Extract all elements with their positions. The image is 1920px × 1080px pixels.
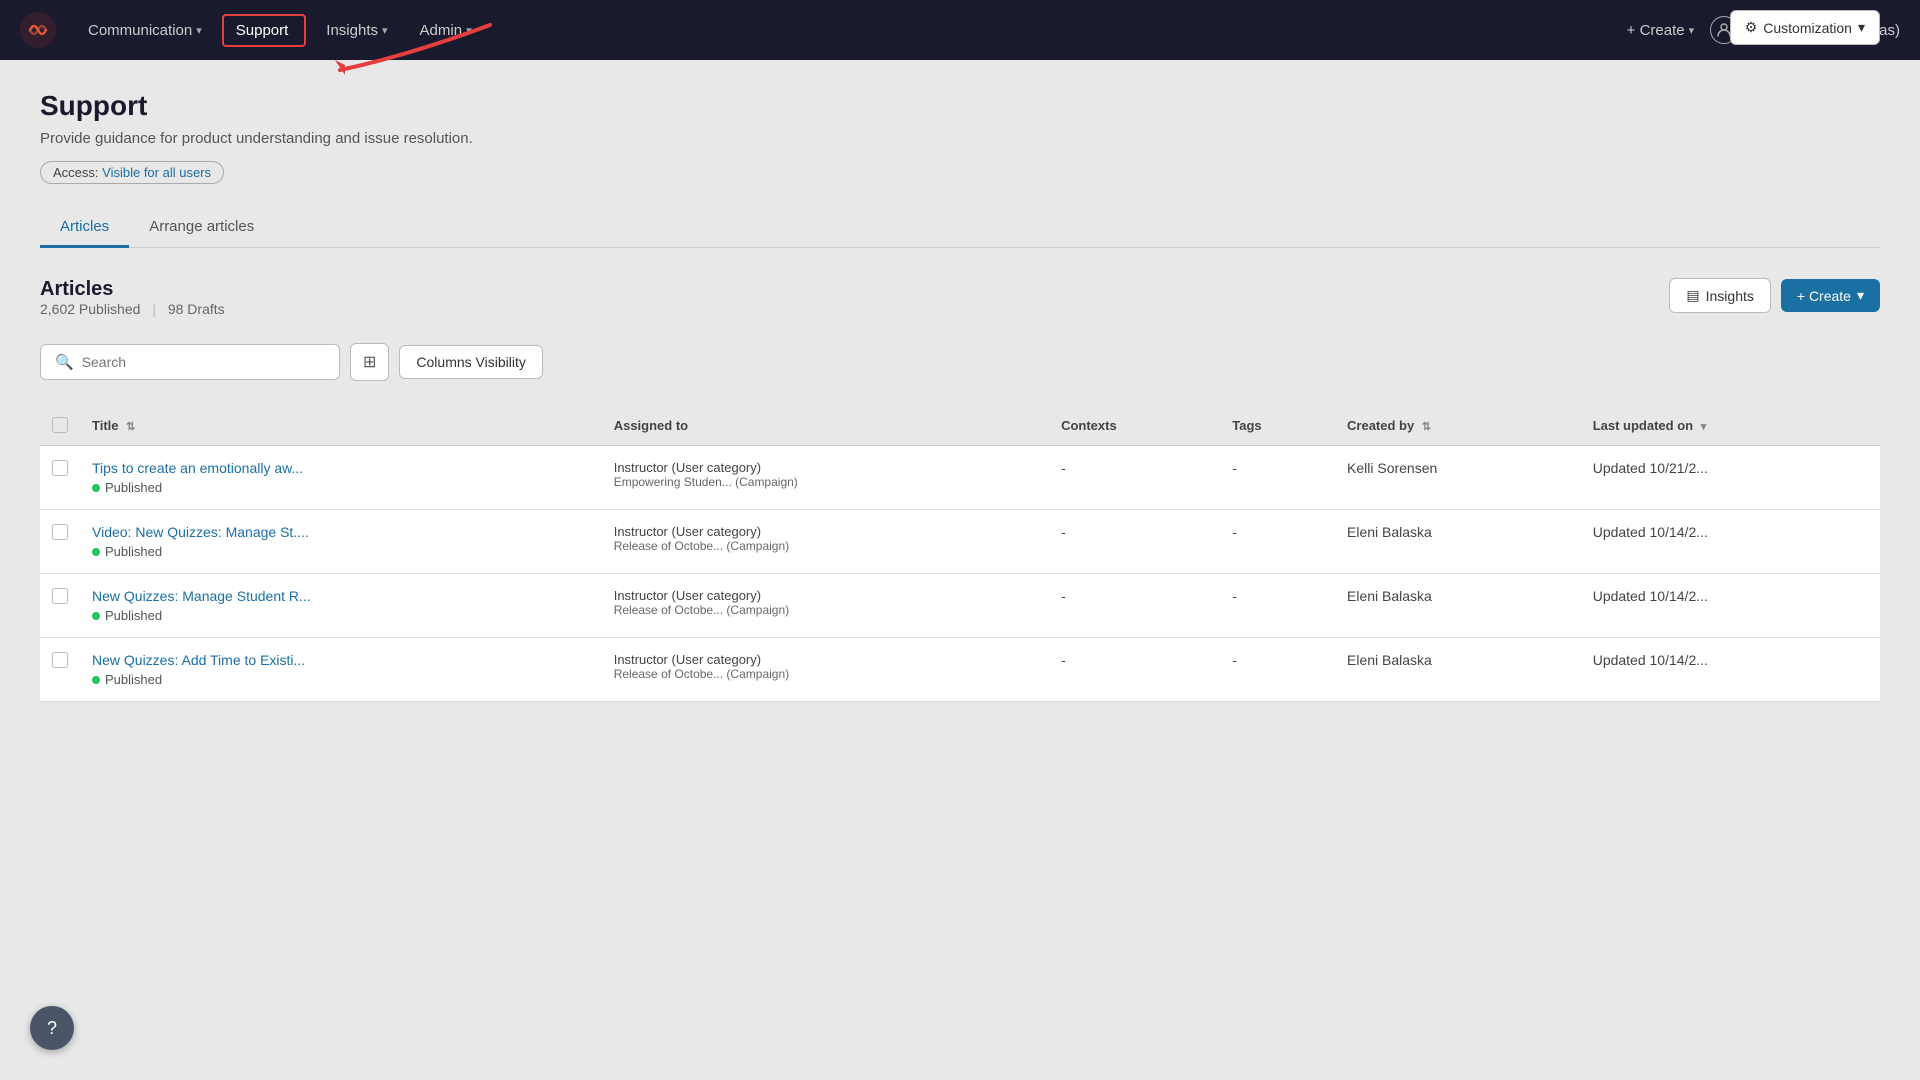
tab-arrange-articles[interactable]: Arrange articles [129,208,274,248]
row-checkbox-1[interactable] [52,524,68,540]
last-updated-1: Updated 10/14/2... [1581,510,1880,574]
gear-icon: ⚙ [1745,19,1758,36]
communication-chevron-icon: ▾ [196,24,202,37]
last-updated-sort-icon: ▾ [1701,421,1707,433]
help-button[interactable]: ? [30,1006,74,1050]
col-title[interactable]: Title ⇅ [80,405,602,446]
logo[interactable] [20,12,56,48]
last-updated-0: Updated 10/21/2... [1581,446,1880,510]
articles-section: Articles 2,602 Published | 98 Drafts ▤ I… [40,278,1880,702]
columns-visibility-button[interactable]: Columns Visibility [399,345,542,379]
assigned-secondary-0: Empowering Studen... (Campaign) [614,475,1037,489]
col-tags: Tags [1220,405,1335,446]
search-box[interactable]: 🔍 [40,344,340,380]
customization-chevron-icon: ▾ [1858,19,1865,36]
published-dot-1 [92,548,100,556]
customization-button[interactable]: ⚙ Customization ▾ [1730,10,1880,45]
table-row: New Quizzes: Manage Student R... Publish… [40,574,1880,638]
assigned-secondary-1: Release of Octobe... (Campaign) [614,539,1037,553]
created-by-0: Kelli Sorensen [1335,446,1581,510]
published-dot-0 [92,484,100,492]
page-description: Provide guidance for product understandi… [40,130,1880,147]
articles-table: Title ⇅ Assigned to Contexts Tags Create… [40,405,1880,702]
created-by-1: Eleni Balaska [1335,510,1581,574]
col-assigned: Assigned to [602,405,1049,446]
tags-2: - [1220,574,1335,638]
filters-bar: 🔍 ⊞ Columns Visibility [40,343,1880,381]
select-all-checkbox[interactable] [52,417,68,433]
insights-chevron-icon: ▾ [382,24,388,37]
published-dot-3 [92,676,100,684]
tabs-container: Articles Arrange articles [40,208,1880,248]
nav-admin[interactable]: Admin ▾ [408,16,484,45]
table-row: New Quizzes: Add Time to Existi... Publi… [40,638,1880,702]
article-status-2: Published [92,608,590,623]
articles-actions: ▤ Insights + Create ▾ [1669,278,1880,313]
last-updated-2: Updated 10/14/2... [1581,574,1880,638]
create-chevron-icon: ▾ [1857,287,1864,304]
assigned-primary-2: Instructor (User category) [614,588,1037,603]
nav-communication[interactable]: Communication ▾ [76,16,214,45]
article-link-2[interactable]: New Quizzes: Manage Student R... [92,588,590,604]
access-badge: Access: Visible for all users [40,161,224,184]
contexts-1: - [1049,510,1220,574]
created-sort-icon: ⇅ [1422,421,1431,433]
search-input[interactable] [82,354,325,370]
assigned-primary-0: Instructor (User category) [614,460,1037,475]
articles-header: Articles 2,602 Published | 98 Drafts ▤ I… [40,278,1880,337]
article-status-1: Published [92,544,590,559]
tags-1: - [1220,510,1335,574]
filter-icon: ⊞ [363,354,376,371]
assigned-primary-3: Instructor (User category) [614,652,1037,667]
article-link-1[interactable]: Video: New Quizzes: Manage St.... [92,524,590,540]
insights-button[interactable]: ▤ Insights [1669,278,1770,313]
contexts-0: - [1049,446,1220,510]
nav-create-button[interactable]: + Create ▾ [1627,22,1694,39]
row-checkbox-0[interactable] [52,460,68,476]
created-by-2: Eleni Balaska [1335,574,1581,638]
bar-chart-icon: ▤ [1686,287,1699,304]
article-status-0: Published [92,480,590,495]
published-dot-2 [92,612,100,620]
assigned-primary-1: Instructor (User category) [614,524,1037,539]
tags-0: - [1220,446,1335,510]
admin-chevron-icon: ▾ [466,24,472,37]
row-checkbox-3[interactable] [52,652,68,668]
assigned-secondary-3: Release of Octobe... (Campaign) [614,667,1037,681]
col-created-by[interactable]: Created by ⇅ [1335,405,1581,446]
col-last-updated[interactable]: Last updated on ▾ [1581,405,1880,446]
contexts-3: - [1049,638,1220,702]
top-navigation: Communication ▾ Support Insights ▾ Admin… [0,0,1920,60]
articles-subtitle: 2,602 Published | 98 Drafts [40,301,225,317]
nav-support[interactable]: Support [222,14,307,47]
article-link-0[interactable]: Tips to create an emotionally aw... [92,460,590,476]
col-contexts: Contexts [1049,405,1220,446]
articles-title: Articles [40,278,225,301]
tab-articles[interactable]: Articles [40,208,129,248]
title-sort-icon: ⇅ [126,421,135,433]
table-row: Tips to create an emotionally aw... Publ… [40,446,1880,510]
nav-insights[interactable]: Insights ▾ [314,16,399,45]
create-article-button[interactable]: + Create ▾ [1781,279,1880,312]
create-chevron-icon: ▾ [1689,24,1695,37]
article-status-3: Published [92,672,590,687]
assigned-secondary-2: Release of Octobe... (Campaign) [614,603,1037,617]
tags-3: - [1220,638,1335,702]
article-link-3[interactable]: New Quizzes: Add Time to Existi... [92,652,590,668]
filter-button[interactable]: ⊞ [350,343,389,381]
row-checkbox-2[interactable] [52,588,68,604]
created-by-3: Eleni Balaska [1335,638,1581,702]
main-content: ⚙ Customization ▾ Support Provide guidan… [0,60,1920,1080]
last-updated-3: Updated 10/14/2... [1581,638,1880,702]
table-row: Video: New Quizzes: Manage St.... Publis… [40,510,1880,574]
page-title: Support [40,90,1880,122]
contexts-2: - [1049,574,1220,638]
search-icon: 🔍 [55,353,74,371]
